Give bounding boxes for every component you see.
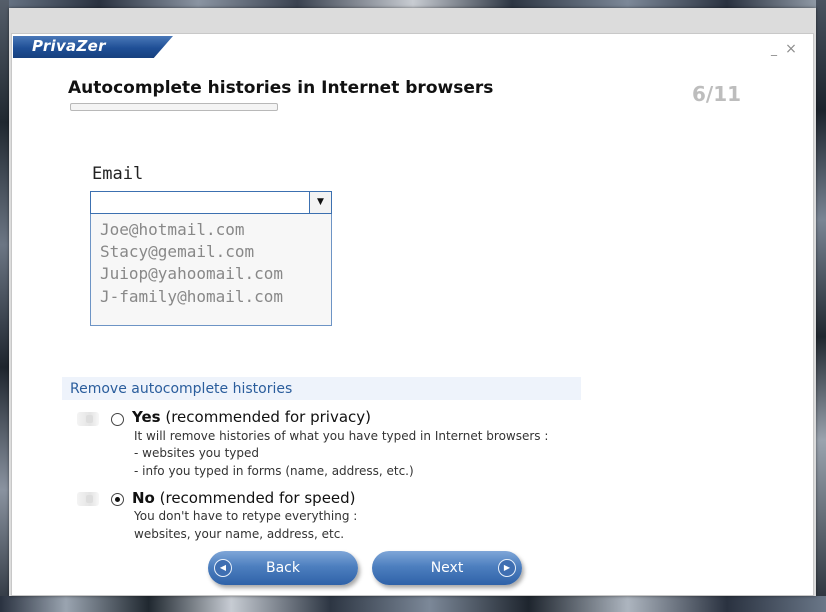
desktop-background-left [0,0,9,612]
example-email-label: Email [92,164,144,184]
back-button-label: Back [266,560,300,576]
page-title: Autocomplete histories in Internet brows… [68,78,494,98]
desktop-background-top [0,0,826,8]
minimize-button[interactable]: _ [768,43,780,55]
app-window: PrivaZer _ × Autocomplete histories in I… [11,33,814,596]
option-yes-desc-line: - websites you typed [134,446,259,460]
privacy-option-icon [77,412,99,426]
title-progress-bar [70,103,278,111]
option-yes-label[interactable]: Yes (recommended for privacy) [132,408,371,426]
app-logo: PrivaZer [32,37,106,55]
autocomplete-suggestion[interactable]: J-family@homail.com [100,287,283,306]
option-no-desc-line: websites, your name, address, etc. [134,527,345,541]
next-arrow-icon: ▶ [498,559,516,577]
section-heading: Remove autocomplete histories [70,381,293,397]
app-frame: PrivaZer _ × Autocomplete histories in I… [9,8,816,596]
autocomplete-suggestion[interactable]: Juiop@yahoomail.com [100,264,283,283]
option-no-label[interactable]: No (recommended for speed) [132,489,356,507]
radio-no[interactable] [111,493,124,506]
option-no-qualifier: (recommended for speed) [154,489,356,507]
close-button[interactable]: × [785,42,797,56]
option-yes-desc-line: - info you typed in forms (name, address… [134,464,414,478]
option-yes-qualifier: (recommended for privacy) [160,408,371,426]
example-autocomplete-list: Joe@hotmail.com Stacy@gemail.com Juiop@y… [90,214,332,326]
speed-option-icon [77,492,99,506]
option-no-desc-line: You don't have to retype everything : [134,509,358,523]
logo-bar: PrivaZer [13,36,173,58]
example-email-combobox[interactable]: ▼ [90,191,332,214]
autocomplete-suggestion[interactable]: Joe@hotmail.com [100,220,245,239]
section-header: Remove autocomplete histories [62,377,581,400]
back-button[interactable]: ◀ Back [208,551,358,585]
desktop-background-right [816,0,826,612]
option-yes-desc-line: It will remove histories of what you hav… [134,429,549,443]
step-indicator: 6/11 [692,82,742,106]
autocomplete-suggestion[interactable]: Stacy@gemail.com [100,242,254,261]
next-button[interactable]: Next ▶ [372,551,522,585]
chevron-down-icon[interactable]: ▼ [309,192,331,213]
desktop-background-bottom [0,596,826,612]
option-no-title: No [132,489,155,507]
radio-yes[interactable] [111,413,124,426]
option-yes-title: Yes [132,408,161,426]
